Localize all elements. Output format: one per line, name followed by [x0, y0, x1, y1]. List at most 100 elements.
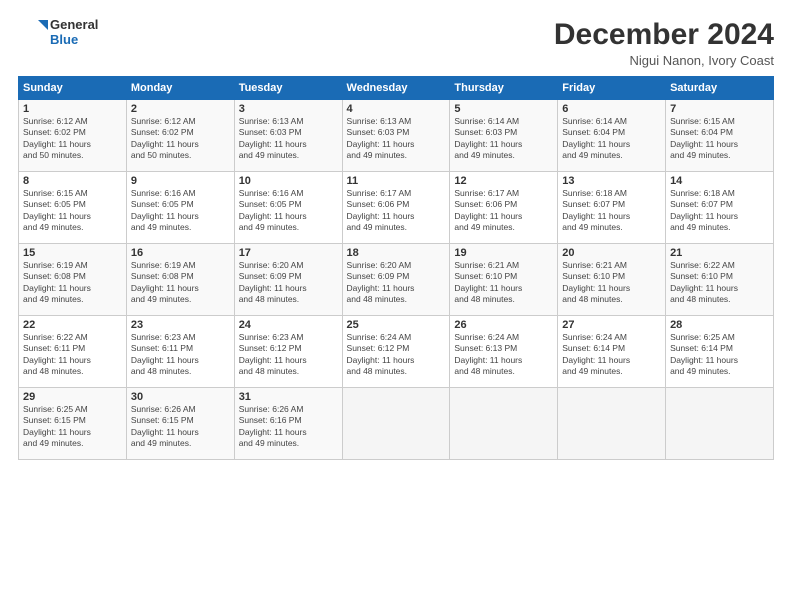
- calendar-day-cell: 4Sunrise: 6:13 AM Sunset: 6:03 PM Daylig…: [342, 100, 450, 172]
- day-number: 9: [131, 175, 230, 187]
- day-info: Sunrise: 6:16 AM Sunset: 6:05 PM Dayligh…: [131, 188, 230, 234]
- subtitle: Nigui Nanon, Ivory Coast: [554, 53, 774, 68]
- calendar-day-cell: 28Sunrise: 6:25 AM Sunset: 6:14 PM Dayli…: [666, 316, 774, 388]
- weekday-header-monday: Monday: [126, 77, 234, 100]
- calendar-empty-cell: [342, 388, 450, 460]
- calendar-day-cell: 5Sunrise: 6:14 AM Sunset: 6:03 PM Daylig…: [450, 100, 558, 172]
- day-info: Sunrise: 6:19 AM Sunset: 6:08 PM Dayligh…: [23, 260, 122, 306]
- calendar-day-cell: 27Sunrise: 6:24 AM Sunset: 6:14 PM Dayli…: [558, 316, 666, 388]
- weekday-header-thursday: Thursday: [450, 77, 558, 100]
- day-info: Sunrise: 6:18 AM Sunset: 6:07 PM Dayligh…: [562, 188, 661, 234]
- day-number: 2: [131, 103, 230, 115]
- day-number: 20: [562, 247, 661, 259]
- weekday-header-sunday: Sunday: [19, 77, 127, 100]
- calendar-day-cell: 9Sunrise: 6:16 AM Sunset: 6:05 PM Daylig…: [126, 172, 234, 244]
- weekday-header-wednesday: Wednesday: [342, 77, 450, 100]
- calendar-day-cell: 1Sunrise: 6:12 AM Sunset: 6:02 PM Daylig…: [19, 100, 127, 172]
- day-number: 27: [562, 319, 661, 331]
- logo-bird-icon: [18, 18, 48, 48]
- day-number: 7: [670, 103, 769, 115]
- title-area: December 2024 Nigui Nanon, Ivory Coast: [554, 18, 774, 68]
- weekday-header-row: SundayMondayTuesdayWednesdayThursdayFrid…: [19, 77, 774, 100]
- calendar-day-cell: 19Sunrise: 6:21 AM Sunset: 6:10 PM Dayli…: [450, 244, 558, 316]
- day-number: 3: [239, 103, 338, 115]
- calendar-day-cell: 16Sunrise: 6:19 AM Sunset: 6:08 PM Dayli…: [126, 244, 234, 316]
- day-number: 23: [131, 319, 230, 331]
- day-info: Sunrise: 6:19 AM Sunset: 6:08 PM Dayligh…: [131, 260, 230, 306]
- day-number: 17: [239, 247, 338, 259]
- day-number: 1: [23, 103, 122, 115]
- calendar-empty-cell: [666, 388, 774, 460]
- day-info: Sunrise: 6:24 AM Sunset: 6:13 PM Dayligh…: [454, 332, 553, 378]
- day-info: Sunrise: 6:12 AM Sunset: 6:02 PM Dayligh…: [23, 116, 122, 162]
- day-number: 31: [239, 391, 338, 403]
- calendar-day-cell: 26Sunrise: 6:24 AM Sunset: 6:13 PM Dayli…: [450, 316, 558, 388]
- day-info: Sunrise: 6:21 AM Sunset: 6:10 PM Dayligh…: [454, 260, 553, 306]
- day-number: 14: [670, 175, 769, 187]
- weekday-header-tuesday: Tuesday: [234, 77, 342, 100]
- logo-text-line1: General: [50, 18, 98, 33]
- day-info: Sunrise: 6:17 AM Sunset: 6:06 PM Dayligh…: [454, 188, 553, 234]
- day-info: Sunrise: 6:13 AM Sunset: 6:03 PM Dayligh…: [239, 116, 338, 162]
- calendar-day-cell: 24Sunrise: 6:23 AM Sunset: 6:12 PM Dayli…: [234, 316, 342, 388]
- header: General Blue December 2024 Nigui Nanon, …: [18, 18, 774, 68]
- calendar-day-cell: 31Sunrise: 6:26 AM Sunset: 6:16 PM Dayli…: [234, 388, 342, 460]
- day-info: Sunrise: 6:18 AM Sunset: 6:07 PM Dayligh…: [670, 188, 769, 234]
- calendar-day-cell: 30Sunrise: 6:26 AM Sunset: 6:15 PM Dayli…: [126, 388, 234, 460]
- calendar-week-row: 22Sunrise: 6:22 AM Sunset: 6:11 PM Dayli…: [19, 316, 774, 388]
- page: General Blue December 2024 Nigui Nanon, …: [0, 0, 792, 612]
- day-info: Sunrise: 6:20 AM Sunset: 6:09 PM Dayligh…: [347, 260, 446, 306]
- day-info: Sunrise: 6:26 AM Sunset: 6:16 PM Dayligh…: [239, 404, 338, 450]
- calendar-day-cell: 18Sunrise: 6:20 AM Sunset: 6:09 PM Dayli…: [342, 244, 450, 316]
- main-title: December 2024: [554, 18, 774, 51]
- calendar-day-cell: 6Sunrise: 6:14 AM Sunset: 6:04 PM Daylig…: [558, 100, 666, 172]
- calendar-day-cell: 17Sunrise: 6:20 AM Sunset: 6:09 PM Dayli…: [234, 244, 342, 316]
- day-number: 22: [23, 319, 122, 331]
- day-number: 11: [347, 175, 446, 187]
- calendar-day-cell: 3Sunrise: 6:13 AM Sunset: 6:03 PM Daylig…: [234, 100, 342, 172]
- calendar-day-cell: 20Sunrise: 6:21 AM Sunset: 6:10 PM Dayli…: [558, 244, 666, 316]
- calendar-empty-cell: [450, 388, 558, 460]
- calendar-day-cell: 11Sunrise: 6:17 AM Sunset: 6:06 PM Dayli…: [342, 172, 450, 244]
- day-info: Sunrise: 6:15 AM Sunset: 6:05 PM Dayligh…: [23, 188, 122, 234]
- day-info: Sunrise: 6:12 AM Sunset: 6:02 PM Dayligh…: [131, 116, 230, 162]
- logo: General Blue: [18, 18, 98, 48]
- calendar-week-row: 15Sunrise: 6:19 AM Sunset: 6:08 PM Dayli…: [19, 244, 774, 316]
- calendar-table: SundayMondayTuesdayWednesdayThursdayFrid…: [18, 76, 774, 460]
- calendar-week-row: 1Sunrise: 6:12 AM Sunset: 6:02 PM Daylig…: [19, 100, 774, 172]
- day-number: 18: [347, 247, 446, 259]
- day-info: Sunrise: 6:13 AM Sunset: 6:03 PM Dayligh…: [347, 116, 446, 162]
- day-info: Sunrise: 6:22 AM Sunset: 6:11 PM Dayligh…: [23, 332, 122, 378]
- day-info: Sunrise: 6:26 AM Sunset: 6:15 PM Dayligh…: [131, 404, 230, 450]
- calendar-day-cell: 25Sunrise: 6:24 AM Sunset: 6:12 PM Dayli…: [342, 316, 450, 388]
- day-info: Sunrise: 6:23 AM Sunset: 6:11 PM Dayligh…: [131, 332, 230, 378]
- day-number: 5: [454, 103, 553, 115]
- weekday-header-saturday: Saturday: [666, 77, 774, 100]
- day-number: 12: [454, 175, 553, 187]
- day-info: Sunrise: 6:22 AM Sunset: 6:10 PM Dayligh…: [670, 260, 769, 306]
- calendar-week-row: 8Sunrise: 6:15 AM Sunset: 6:05 PM Daylig…: [19, 172, 774, 244]
- day-info: Sunrise: 6:14 AM Sunset: 6:03 PM Dayligh…: [454, 116, 553, 162]
- calendar-week-row: 29Sunrise: 6:25 AM Sunset: 6:15 PM Dayli…: [19, 388, 774, 460]
- calendar-day-cell: 15Sunrise: 6:19 AM Sunset: 6:08 PM Dayli…: [19, 244, 127, 316]
- day-number: 28: [670, 319, 769, 331]
- calendar-day-cell: 7Sunrise: 6:15 AM Sunset: 6:04 PM Daylig…: [666, 100, 774, 172]
- day-info: Sunrise: 6:15 AM Sunset: 6:04 PM Dayligh…: [670, 116, 769, 162]
- day-info: Sunrise: 6:20 AM Sunset: 6:09 PM Dayligh…: [239, 260, 338, 306]
- day-info: Sunrise: 6:25 AM Sunset: 6:15 PM Dayligh…: [23, 404, 122, 450]
- day-number: 29: [23, 391, 122, 403]
- day-number: 10: [239, 175, 338, 187]
- day-number: 16: [131, 247, 230, 259]
- weekday-header-friday: Friday: [558, 77, 666, 100]
- calendar-day-cell: 23Sunrise: 6:23 AM Sunset: 6:11 PM Dayli…: [126, 316, 234, 388]
- calendar-day-cell: 22Sunrise: 6:22 AM Sunset: 6:11 PM Dayli…: [19, 316, 127, 388]
- day-number: 19: [454, 247, 553, 259]
- day-number: 8: [23, 175, 122, 187]
- calendar-day-cell: 2Sunrise: 6:12 AM Sunset: 6:02 PM Daylig…: [126, 100, 234, 172]
- day-info: Sunrise: 6:25 AM Sunset: 6:14 PM Dayligh…: [670, 332, 769, 378]
- day-info: Sunrise: 6:23 AM Sunset: 6:12 PM Dayligh…: [239, 332, 338, 378]
- logo-text-line2: Blue: [50, 33, 98, 48]
- day-number: 26: [454, 319, 553, 331]
- day-info: Sunrise: 6:17 AM Sunset: 6:06 PM Dayligh…: [347, 188, 446, 234]
- calendar-empty-cell: [558, 388, 666, 460]
